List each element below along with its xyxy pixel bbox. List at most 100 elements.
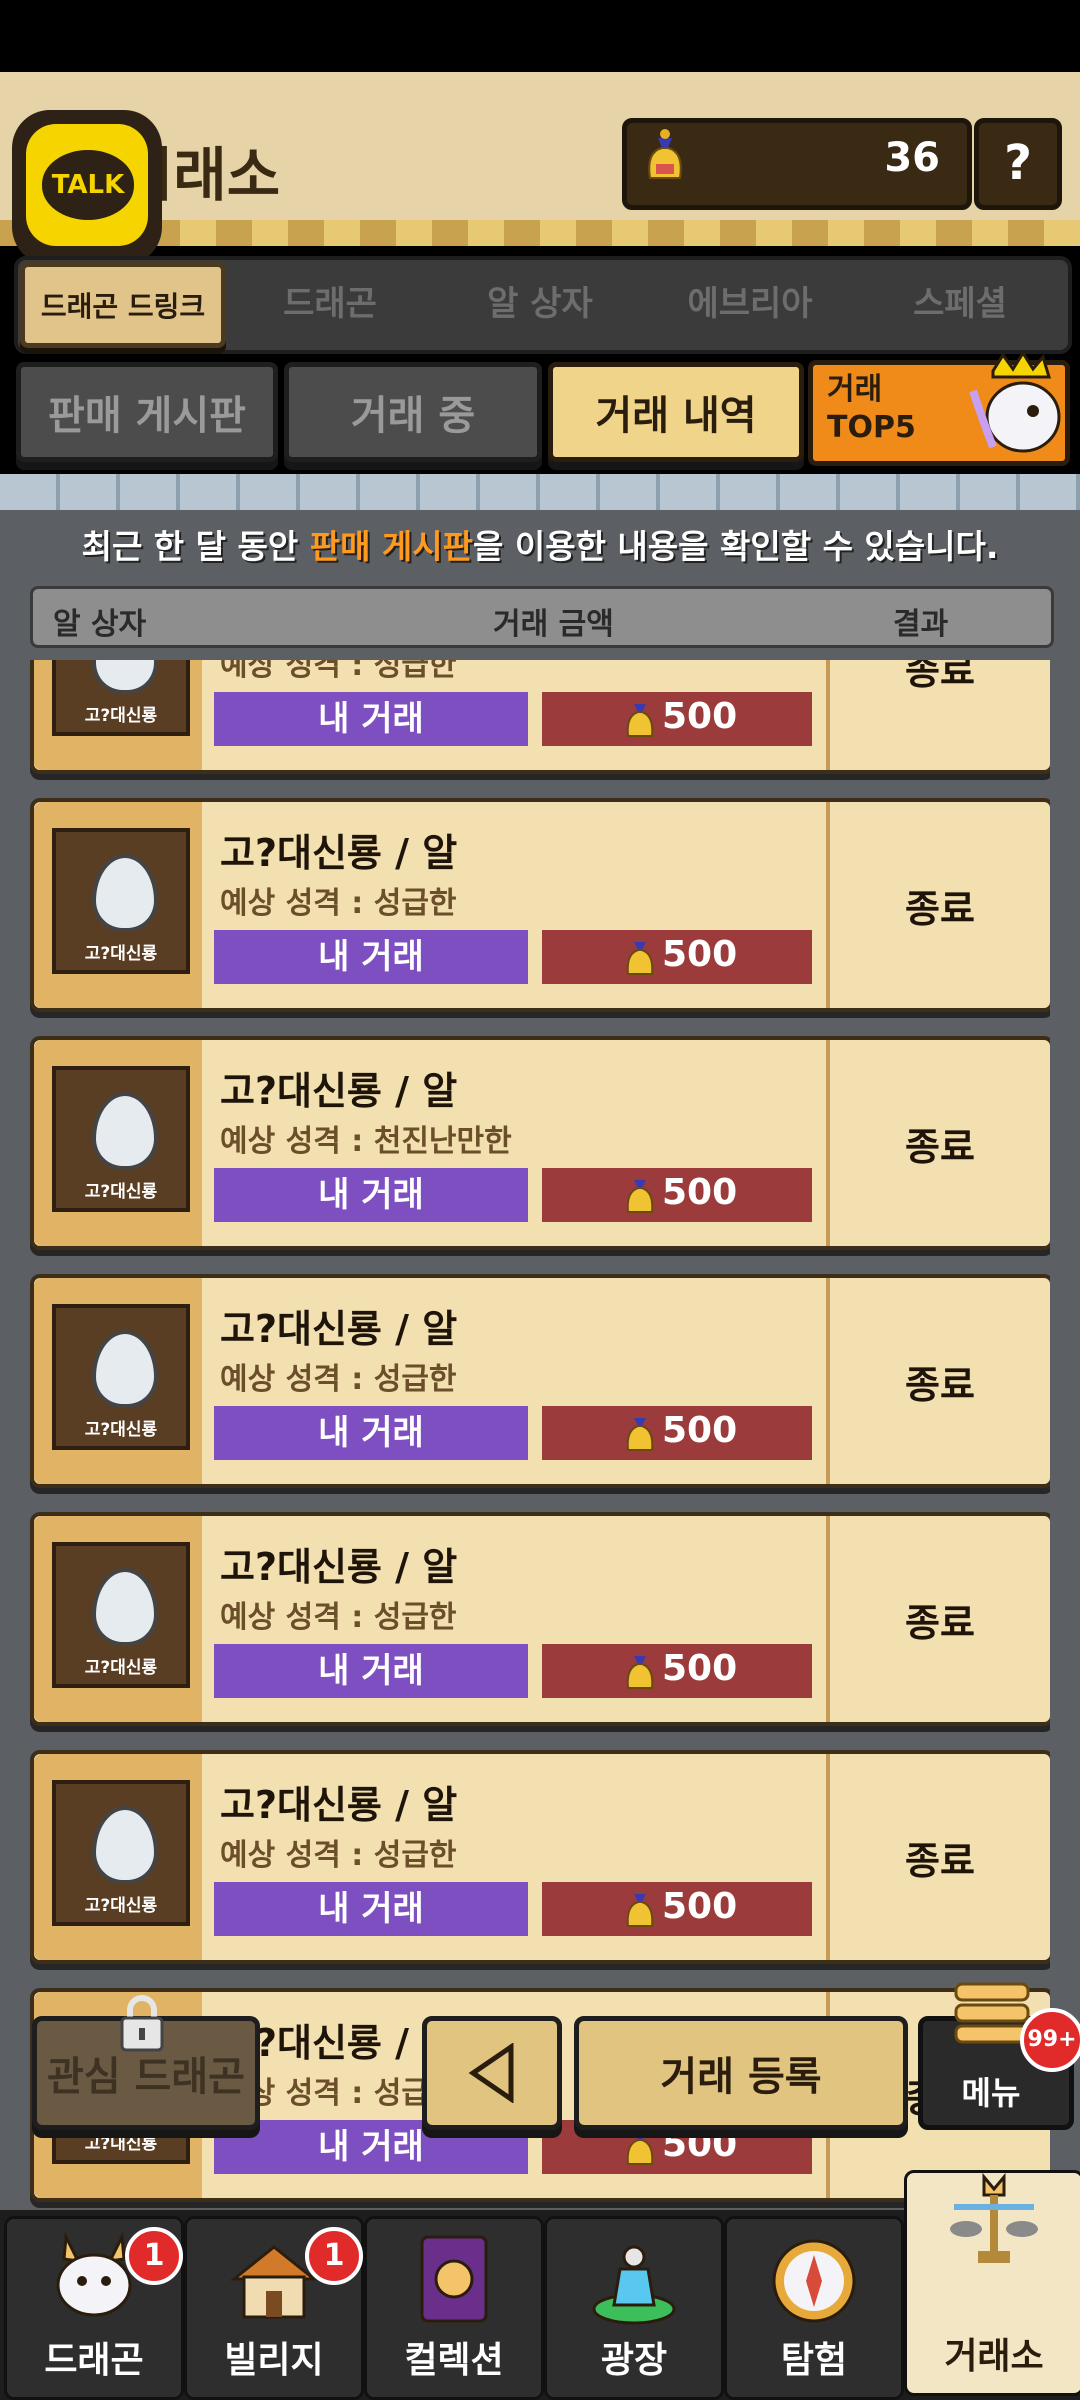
egg-thumbnail-label: 고?대신룡 (84, 1896, 158, 1916)
egg-icon (92, 1806, 158, 1884)
top5-label: 거래 TOP5 (827, 372, 916, 445)
header-decoration (0, 220, 1080, 246)
register-trade-button[interactable]: 거래 등록 (574, 2016, 908, 2130)
menu-label: 메뉴 (961, 2074, 1021, 2112)
gold-bag-icon (626, 1180, 654, 1213)
egg-thumbnail: 고?대신룡 (52, 828, 190, 974)
egg-thumbnail-label: 고?대신룡 (84, 944, 158, 964)
sell-board-button[interactable]: 판매 게시판 (16, 362, 278, 462)
column-amount: 거래 금액 (493, 607, 614, 642)
top5-button[interactable]: 거래 TOP5 (808, 351, 1070, 466)
trade-item-name: 고?대신룡 / 알 (220, 1545, 458, 1589)
egg-icon (92, 1568, 158, 1646)
nav-exchange-label: 거래소 (944, 2336, 1044, 2377)
trade-price: 500 (542, 1168, 812, 1222)
trade-price-value: 500 (662, 1886, 738, 1927)
trade-result: 종료 (905, 886, 975, 931)
trade-item-name: 고?대신룡 / 알 (220, 831, 458, 875)
dragon-crown-icon (969, 351, 1061, 453)
trade-result: 종료 (905, 660, 975, 693)
tab-egg-box[interactable]: 알 상자 (450, 262, 630, 338)
column-egg-box: 알 상자 (53, 607, 147, 642)
egg-thumbnail-label: 고?대신룡 (84, 1658, 158, 1678)
nav-collection-label: 컬렉션 (404, 2340, 504, 2381)
tab-special[interactable]: 스페셜 (870, 262, 1050, 338)
trading-button[interactable]: 거래 중 (284, 362, 542, 462)
nav-village[interactable]: 빌리지 1 (184, 2216, 364, 2400)
gold-bag-icon (648, 129, 682, 179)
gold-bag-icon (626, 704, 654, 737)
trade-price: 500 (542, 692, 812, 746)
menu-notification-badge: 99+ (1020, 2008, 1080, 2072)
egg-thumbnail-label: 고?대신룡 (84, 1182, 158, 1202)
back-button[interactable] (422, 2016, 562, 2130)
nav-explore-label: 탐험 (780, 2340, 848, 2381)
currency-value: 36 (884, 135, 940, 181)
nav-village-badge: 1 (305, 2227, 363, 2285)
egg-icon (92, 660, 158, 694)
expected-nature: 예상 성격 : 성급한 (220, 660, 457, 683)
notice-part-1: 최근 한 달 동안 (81, 527, 310, 566)
nav-dragon-badge: 1 (125, 2227, 183, 2285)
trade-row[interactable]: 고?대신룡고?대신룡 / 알예상 성격 : 성급한내 거래500종료 (30, 1512, 1050, 1726)
help-button[interactable]: ? (974, 118, 1062, 210)
triangle-left-icon (468, 2043, 514, 2103)
trade-price-value: 500 (662, 2124, 738, 2165)
trade-price-value: 500 (662, 696, 738, 737)
nav-dragon-label: 드래곤 (44, 2340, 144, 2381)
notice-text: 최근 한 달 동안 판매 게시판을 이용한 내용을 확인할 수 있습니다. (0, 520, 1080, 568)
trade-price: 500 (542, 1882, 812, 1936)
trade-type-badge: 내 거래 (214, 1406, 528, 1460)
expected-nature: 예상 성격 : 성급한 (220, 1362, 457, 1397)
lock-icon (120, 1995, 164, 2052)
trade-type-badge: 내 거래 (214, 1644, 528, 1698)
expected-nature: 예상 성격 : 천진난만한 (220, 1124, 512, 1159)
decorative-tiles (0, 474, 1080, 510)
nav-explore[interactable]: 탐험 (724, 2216, 904, 2400)
trade-row[interactable]: 고?대신룡고?대신룡 / 알예상 성격 : 성급한내 거래500종료 (30, 798, 1050, 1012)
nav-plaza[interactable]: 광장 (544, 2216, 724, 2400)
trade-row[interactable]: 고?대신룡고?대신룡 / 알예상 성격 : 성급한내 거래500종료 (30, 1750, 1050, 1964)
nav-exchange[interactable]: 거래소 (904, 2170, 1080, 2396)
nav-collection[interactable]: 컬렉션 (364, 2216, 544, 2400)
egg-thumbnail-label: 고?대신룡 (84, 2134, 158, 2154)
trade-type-badge: 내 거래 (214, 692, 528, 746)
expected-nature: 예상 성격 : 성급한 (220, 1838, 457, 1873)
tab-everia[interactable]: 에브리아 (660, 262, 840, 338)
trade-row[interactable]: 고?대신룡고?대신룡 / 알예상 성격 : 성급한내 거래500종료 (30, 660, 1050, 774)
gold-bag-icon (626, 1418, 654, 1451)
trade-price: 500 (542, 1406, 812, 1460)
nav-plaza-label: 광장 (600, 2340, 668, 2381)
trade-row[interactable]: 고?대신룡 고?대신룡 / 알예상 성격 : 천진난만한내 거래 500 종료 (30, 1036, 1050, 1250)
gold-bag-icon (626, 1656, 654, 1689)
egg-thumbnail: 고?대신룡 (52, 1542, 190, 1688)
gold-bag-icon (626, 942, 654, 975)
table-header: 알 상자 거래 금액 결과 (30, 586, 1054, 648)
compass-icon (772, 2239, 856, 2323)
egg-thumbnail-label: 고?대신룡 (84, 706, 158, 726)
scale-icon (950, 2173, 1038, 2263)
fountain-icon (592, 2245, 676, 2325)
tab-dragon-drink[interactable]: 드래곤 드링크 (20, 262, 226, 348)
trade-item-name: 고?대신룡 / 알 (220, 1069, 458, 1113)
egg-icon (92, 1092, 158, 1170)
status-bar (0, 0, 1080, 72)
tab-dragon[interactable]: 드래곤 (240, 262, 420, 338)
gold-bag-icon (626, 2132, 654, 2165)
book-icon (420, 2235, 488, 2323)
egg-icon (92, 854, 158, 932)
trade-type-badge: 내 거래 (214, 1168, 528, 1222)
trade-result: 종료 (905, 1362, 975, 1407)
trade-type-badge: 내 거래 (214, 930, 528, 984)
history-button[interactable]: 거래 내역 (548, 362, 804, 462)
nav-dragon[interactable]: 드래곤 1 (4, 2216, 184, 2400)
trade-row[interactable]: 고?대신룡고?대신룡 / 알예상 성격 : 성급한내 거래500종료 (30, 1274, 1050, 1488)
column-result: 결과 (893, 607, 949, 642)
trade-result: 종료 (905, 1838, 975, 1883)
egg-thumbnail-label: 고?대신룡 (84, 1420, 158, 1440)
talk-label: TALK (42, 150, 134, 220)
nav-village-label: 빌리지 (224, 2340, 324, 2381)
trade-result: 종료 (905, 1124, 975, 1169)
trade-item-name: 고?대신룡 / 알 (220, 1783, 458, 1827)
notice-highlight: 판매 게시판 (309, 527, 474, 566)
